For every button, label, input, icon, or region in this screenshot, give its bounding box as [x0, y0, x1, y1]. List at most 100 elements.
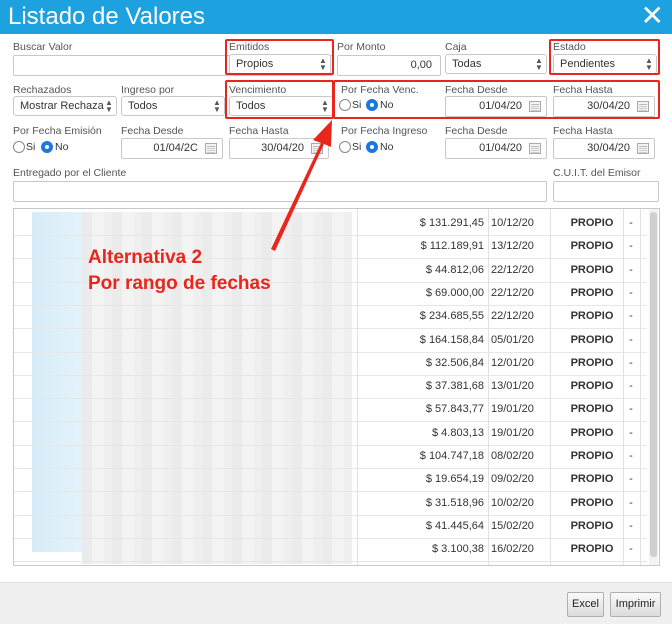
date-cell: 19/01/20 [491, 403, 534, 416]
type-cell: PROPIO [570, 263, 614, 276]
mark-cell: - [629, 403, 633, 416]
amount-cell: $ 3.100,38 [432, 543, 484, 556]
table-row[interactable]: $ 4.803,13 19/01/20 PROPIO - [14, 422, 647, 446]
por-fecha-ingreso-no-label: No [380, 141, 394, 153]
calendar-icon[interactable] [205, 143, 217, 154]
fecha-hasta-ingreso-input[interactable]: 30/04/20 [553, 138, 655, 159]
caja-value: Todas [452, 58, 482, 70]
por-fecha-ingreso-si-label: Si [352, 141, 362, 153]
title-bar: Listado de Valores ✕ [0, 0, 672, 34]
cuit-input[interactable] [553, 181, 659, 202]
type-cell: PROPIO [570, 217, 614, 229]
calendar-icon[interactable] [529, 143, 541, 154]
fecha-desde-label: Fecha Desde [121, 125, 184, 137]
fecha-desde-ingreso-value: 01/04/20 [479, 142, 522, 154]
buscar-valor-label: Buscar Valor [13, 41, 73, 53]
caja-select[interactable]: Todas ▲ ▼ [445, 54, 547, 74]
table-row[interactable]: $ 37.381,68 13/01/20 PROPIO - [14, 375, 647, 400]
excel-button[interactable]: Excel [567, 592, 604, 617]
type-cell: PROPIO [570, 403, 614, 416]
table-row[interactable]: $ 104.747,18 08/02/20 PROPIO - [14, 445, 647, 469]
por-fecha-emision-no-label: No [55, 141, 69, 153]
mark-cell: - [629, 543, 633, 556]
amount-cell: $ 104.747,18 [419, 450, 484, 462]
date-cell: 22/12/20 [491, 286, 534, 299]
ingreso-por-label: Ingreso por [121, 84, 175, 96]
por-fecha-ingreso-label: Por Fecha Ingreso [341, 125, 428, 137]
amount-cell: $ 4.803,13 [432, 426, 484, 439]
mark-cell: - [629, 286, 633, 299]
scrollbar[interactable] [649, 209, 658, 565]
date-cell: 22/12/20 [491, 310, 534, 323]
date-cell: 10/12/20 [491, 217, 534, 229]
date-cell: 05/01/20 [491, 333, 534, 346]
type-cell: PROPIO [570, 380, 614, 393]
mark-cell: - [629, 217, 633, 229]
mark-cell: - [629, 356, 633, 369]
ingreso-por-select[interactable]: Todos ▲ ▼ [121, 96, 225, 116]
fecha-hasta-emision-input[interactable]: 30/04/20 [229, 138, 329, 159]
annotation-line-1: Alternativa 2 [88, 247, 203, 268]
date-cell: 13/01/20 [491, 380, 534, 393]
ingreso-por-value: Todos [128, 100, 158, 112]
calendar-icon[interactable] [311, 143, 323, 154]
select-arrows-icon: ▲ ▼ [535, 56, 543, 72]
date-cell: 16/02/20 [491, 543, 534, 556]
date-cell: 10/02/20 [491, 496, 534, 509]
amount-cell: $ 112.189,91 [420, 240, 484, 253]
table-row[interactable]: $ 31.518,96 10/02/20 PROPIO - [14, 492, 647, 516]
amount-cell: $ 31.518,96 [425, 496, 484, 509]
table-row[interactable]: $ 32.506,84 12/01/20 PROPIO - [14, 352, 647, 376]
window-title: Listado de Valores [8, 3, 206, 30]
fecha-hasta-ingreso-value: 30/04/20 [587, 142, 630, 154]
mark-cell: - [629, 450, 633, 462]
por-monto-input[interactable]: 0,00 [337, 55, 441, 76]
fecha-hasta-emision-value: 30/04/20 [261, 142, 304, 154]
select-arrows-icon: ▲ ▼ [105, 98, 113, 114]
amount-cell: $ 234.685,55 [419, 310, 484, 323]
calendar-icon[interactable] [637, 143, 649, 154]
mark-cell: - [629, 333, 633, 346]
table-row[interactable]: $ 41.445,64 15/02/20 PROPIO - [14, 515, 647, 539]
amount-cell: $ 44.812,06 [425, 263, 484, 276]
imprimir-button[interactable]: Imprimir [610, 592, 661, 617]
table-row[interactable]: $ 19.654,19 09/02/20 PROPIO - [14, 468, 647, 493]
por-fecha-ingreso-si-radio[interactable] [339, 141, 351, 153]
highlight-emitidos [225, 39, 334, 75]
por-fecha-emision-si-radio[interactable] [13, 141, 25, 153]
close-icon[interactable]: ✕ [641, 2, 664, 30]
mark-cell: - [629, 240, 633, 253]
date-cell: 13/12/20 [491, 240, 534, 253]
por-fecha-emision-no-radio[interactable] [41, 141, 53, 153]
type-cell: PROPIO [570, 426, 614, 439]
rechazados-select[interactable]: Mostrar Rechaza ▲ ▼ [13, 96, 117, 116]
entregado-input[interactable] [13, 181, 547, 202]
table-row[interactable]: $ 164.158,84 05/01/20 PROPIO - [14, 329, 647, 353]
date-cell: 09/02/20 [491, 473, 534, 486]
mark-cell: - [629, 473, 633, 486]
highlight-fecha-venc [333, 80, 660, 119]
fecha-desde-emision-value: 01/04/2C [153, 142, 198, 154]
date-cell: 22/12/20 [491, 263, 534, 276]
mark-cell: - [629, 263, 633, 276]
por-fecha-emision-label: Por Fecha Emisión [13, 125, 102, 137]
highlight-estado [549, 39, 660, 75]
fecha-desde-ingreso-input[interactable]: 01/04/20 [445, 138, 547, 159]
fecha-desde-emision-input[interactable]: 01/04/2C [121, 138, 223, 159]
type-cell: PROPIO [570, 519, 614, 532]
table-row[interactable]: $ 131.291,45 10/12/20 PROPIO - [14, 212, 647, 236]
table-row[interactable]: $ 57.843,77 19/01/20 PROPIO - [14, 398, 647, 423]
caja-label: Caja [445, 41, 467, 53]
por-fecha-ingreso-no-radio[interactable] [366, 141, 378, 153]
scrollbar-thumb[interactable] [650, 212, 657, 557]
type-cell: PROPIO [570, 310, 614, 323]
table-row[interactable]: $ 3.100,38 16/02/20 PROPIO - [14, 538, 647, 563]
amount-cell: $ 32.506,84 [425, 356, 484, 369]
mark-cell: - [629, 426, 633, 439]
select-arrows-icon: ▲ ▼ [213, 98, 221, 114]
type-cell: PROPIO [570, 356, 614, 369]
table-row[interactable]: $ 234.685,55 22/12/20 PROPIO - [14, 305, 647, 330]
type-cell: PROPIO [570, 473, 614, 486]
fecha-desde-label: Fecha Desde [445, 125, 508, 137]
por-monto-label: Por Monto [337, 41, 386, 53]
